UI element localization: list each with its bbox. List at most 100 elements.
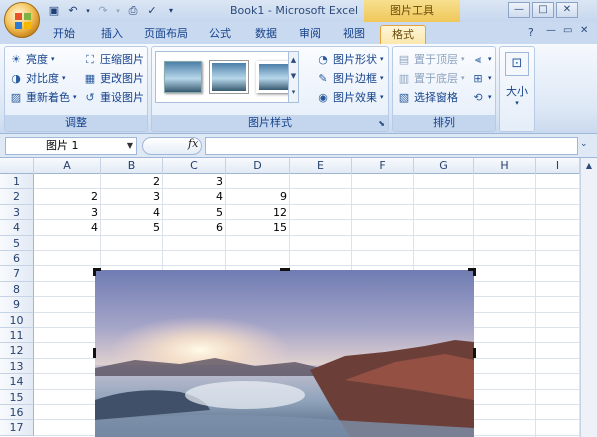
row-header[interactable]: 6 — [0, 251, 34, 267]
row-header[interactable]: 16 — [0, 405, 34, 421]
gallery-scrollbar[interactable]: ▲ ▼ ▾ — [288, 52, 298, 102]
compress-pictures-button[interactable]: ⛶ 压缩图片 — [83, 51, 144, 68]
dialog-launcher-icon[interactable]: ⬊ — [378, 119, 385, 128]
redo-icon[interactable]: ↷ — [95, 3, 111, 19]
chevron-down-icon[interactable]: ▼ — [127, 138, 133, 154]
picture-style-thumbnail[interactable] — [164, 61, 202, 93]
column-header[interactable]: B — [101, 158, 163, 174]
change-picture-button[interactable]: ▦ 更改图片 — [83, 70, 144, 87]
row-header[interactable]: 4 — [0, 220, 34, 236]
contrast-button[interactable]: ◑ 对比度 ▾ — [9, 70, 65, 87]
picture-effects-button[interactable]: ◉ 图片效果 ▾ — [316, 89, 383, 106]
cell-b3[interactable]: 4 — [101, 205, 163, 220]
row-header[interactable]: 13 — [0, 358, 34, 375]
tab-view[interactable]: 视图 — [334, 25, 374, 44]
row-header[interactable]: 2 — [0, 189, 34, 205]
tab-page-layout[interactable]: 页面布局 — [138, 25, 194, 44]
send-to-back-button[interactable]: ▥ 置于底层 ▾ — [397, 70, 465, 87]
gallery-down-icon[interactable]: ▼ — [289, 68, 298, 84]
cell-c2[interactable]: 4 — [163, 189, 226, 204]
cell-c1[interactable]: 3 — [163, 174, 226, 189]
recolor-button[interactable]: ▨ 重新着色 ▾ — [9, 89, 77, 106]
column-header[interactable]: F — [352, 158, 414, 174]
ribbon-close-icon[interactable]: ✕ — [580, 25, 588, 36]
column-header[interactable]: H — [474, 158, 536, 174]
tab-review[interactable]: 审阅 — [290, 25, 330, 44]
ribbon-restore-icon[interactable]: ▭ — [563, 25, 572, 36]
spelling-icon[interactable]: ✓ — [144, 3, 160, 19]
scroll-up-icon[interactable]: ▲ — [581, 158, 597, 174]
cell-a4[interactable]: 4 — [34, 220, 101, 235]
vertical-scrollbar[interactable]: ▲ — [580, 158, 597, 437]
customize-qat-icon[interactable]: ▾ — [163, 3, 179, 19]
save-icon[interactable]: ▣ — [46, 3, 62, 19]
row-header[interactable]: 8 — [0, 281, 34, 298]
row-header[interactable]: 10 — [0, 312, 34, 328]
resize-handle-top-right[interactable] — [468, 268, 476, 276]
column-header[interactable]: D — [226, 158, 290, 174]
reset-picture-button[interactable]: ↺ 重设图片 — [83, 89, 144, 106]
close-button[interactable]: ✕ — [556, 2, 578, 18]
column-header[interactable]: G — [414, 158, 474, 174]
row-header[interactable]: 15 — [0, 389, 34, 405]
formula-input[interactable] — [205, 137, 578, 155]
insert-function-icon[interactable]: fx — [188, 137, 198, 150]
row-header[interactable]: 3 — [0, 204, 34, 221]
brightness-button[interactable]: ☀ 亮度 ▾ — [9, 51, 54, 68]
rotate-button[interactable]: ⟲ ▾ — [471, 89, 491, 106]
select-all-corner[interactable] — [0, 158, 34, 174]
row-header[interactable]: 5 — [0, 235, 34, 251]
tab-insert[interactable]: 插入 — [92, 25, 132, 44]
cell-b1[interactable]: 2 — [101, 174, 163, 189]
row-header[interactable]: 11 — [0, 328, 34, 344]
align-button[interactable]: ⫷ ▾ — [471, 51, 492, 68]
cell-b4[interactable]: 5 — [101, 220, 163, 235]
undo-dropdown-icon[interactable]: ▾ — [84, 3, 92, 19]
bring-to-front-button[interactable]: ▤ 置于顶层 ▾ — [397, 51, 465, 68]
column-header[interactable]: I — [536, 158, 580, 174]
print-preview-icon[interactable]: ⎙ — [125, 3, 141, 19]
expand-formula-icon[interactable]: ⌄ — [580, 139, 588, 149]
cell-c4[interactable]: 6 — [163, 220, 226, 235]
row-header[interactable]: 14 — [0, 374, 34, 390]
cell-a2[interactable]: 2 — [34, 189, 101, 204]
row-header[interactable]: 9 — [0, 297, 34, 313]
row-header[interactable]: 12 — [0, 343, 34, 359]
tab-format[interactable]: 格式 — [380, 25, 426, 44]
row-header[interactable]: 7 — [0, 266, 34, 282]
selected-picture[interactable] — [95, 270, 474, 437]
name-box[interactable]: 图片 1 ▼ — [5, 137, 137, 155]
tab-home[interactable]: 开始 — [44, 25, 84, 44]
resize-handle-top-left[interactable] — [93, 268, 101, 276]
size-group[interactable]: ⊡ 大小 ▾ — [499, 46, 535, 132]
cell-a3[interactable]: 3 — [34, 205, 101, 220]
picture-style-thumbnail[interactable] — [210, 61, 248, 93]
ribbon-minimize-icon[interactable]: — — [546, 25, 556, 36]
minimize-button[interactable]: — — [508, 2, 530, 18]
cell-d4[interactable]: 15 — [226, 220, 290, 235]
column-header[interactable]: E — [290, 158, 352, 174]
redo-dropdown-icon[interactable]: ▾ — [114, 3, 122, 19]
undo-icon[interactable]: ↶ — [65, 3, 81, 19]
cell-c3[interactable]: 5 — [163, 205, 226, 220]
resize-handle-right[interactable] — [468, 348, 476, 358]
maximize-button[interactable]: □ — [532, 2, 554, 18]
gallery-more-icon[interactable]: ▾ — [289, 84, 298, 100]
gallery-up-icon[interactable]: ▲ — [289, 52, 298, 68]
cell-d3[interactable]: 12 — [226, 205, 290, 220]
row-header[interactable]: 17 — [0, 420, 34, 436]
picture-border-button[interactable]: ✎ 图片边框 ▾ — [316, 70, 383, 87]
worksheet-grid[interactable]: ABCDEFGHI 1 2 3 4 5 6 7 8 9 10 11 12 13 14 15 16 17 2323… — [0, 158, 597, 437]
cell-b2[interactable]: 3 — [101, 189, 163, 204]
row-header[interactable]: 1 — [0, 174, 34, 190]
picture-shape-button[interactable]: ◔ 图片形状 ▾ — [316, 51, 383, 68]
selection-pane-button[interactable]: ▧ 选择窗格 — [397, 89, 458, 106]
resize-handle-left[interactable] — [93, 348, 101, 358]
cell-d2[interactable]: 9 — [226, 189, 290, 204]
group-button[interactable]: ⊞ ▾ — [471, 70, 491, 87]
column-header[interactable]: C — [163, 158, 226, 174]
tab-data[interactable]: 数据 — [246, 25, 286, 44]
help-icon[interactable]: ? — [528, 26, 534, 39]
column-header[interactable]: A — [34, 158, 101, 174]
tab-formulas[interactable]: 公式 — [200, 25, 240, 44]
